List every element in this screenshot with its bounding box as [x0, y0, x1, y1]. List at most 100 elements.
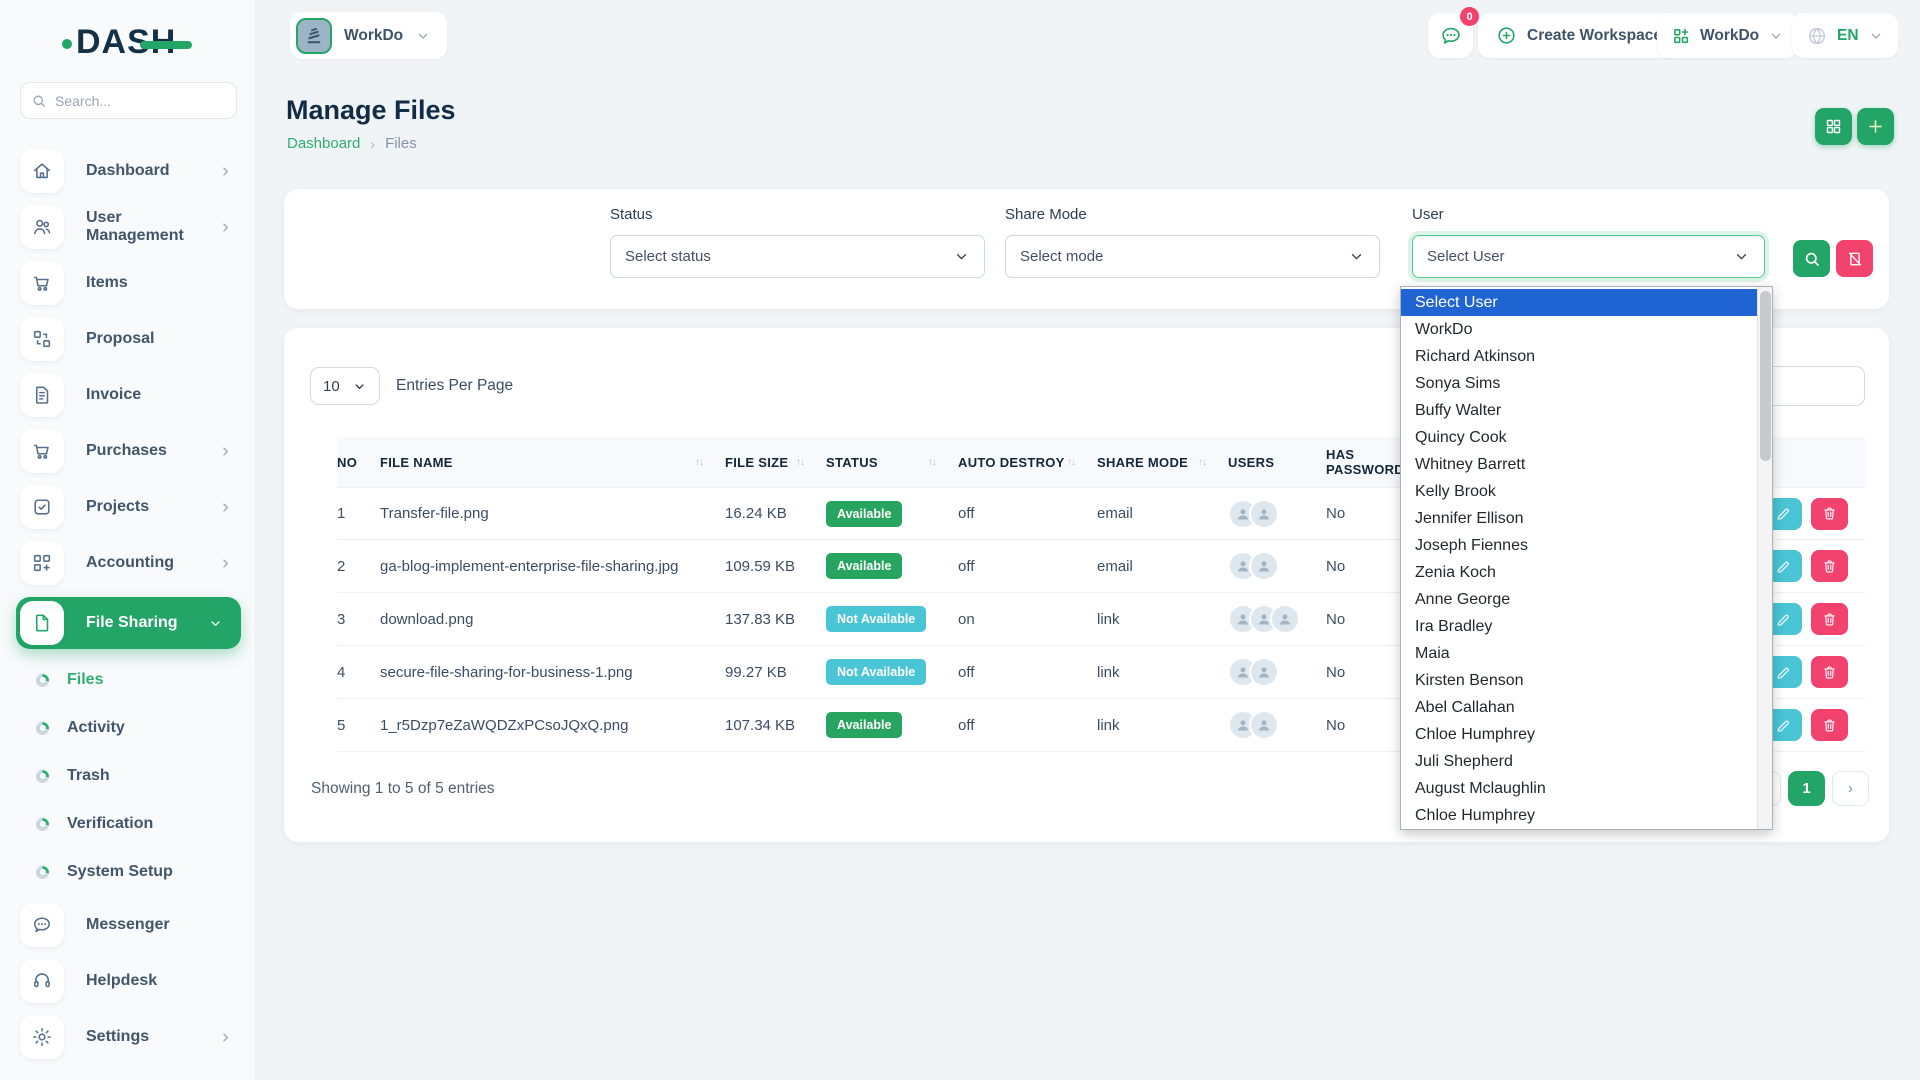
- sidebar-item-helpdesk[interactable]: Helpdesk: [20, 959, 241, 1003]
- grid-view-button[interactable]: [1815, 108, 1852, 145]
- sort-icon[interactable]: ↑↓: [695, 457, 703, 468]
- sidebar-item-items[interactable]: Items: [20, 261, 241, 305]
- cell-no: 2: [337, 558, 380, 575]
- column-header-file-size[interactable]: FILE SIZE↑↓: [725, 455, 826, 470]
- sidebar-item-projects[interactable]: Projects: [20, 485, 241, 529]
- cell-file-name: ga-blog-implement-enterprise-file-sharin…: [380, 558, 725, 575]
- file-icon: [20, 601, 64, 645]
- column-header-label: FILE NAME: [380, 455, 453, 470]
- user-option-buffy-walter-4[interactable]: Buffy Walter: [1401, 397, 1758, 424]
- reset-filter-button[interactable]: [1836, 240, 1873, 277]
- create-workspace-button[interactable]: Create Workspace: [1478, 13, 1680, 58]
- globe-icon: [1806, 25, 1828, 47]
- share-mode-select[interactable]: Select mode: [1005, 235, 1380, 278]
- sidebar-item-file-sharing[interactable]: File Sharing: [16, 597, 241, 649]
- column-header-no: NO: [337, 455, 380, 470]
- column-header-share-mode[interactable]: SHARE MODE↑↓: [1097, 455, 1228, 470]
- user-option-sonya-sims-3[interactable]: Sonya Sims: [1401, 370, 1758, 397]
- cell-share-mode: email: [1097, 505, 1228, 522]
- user-option-anne-george-11[interactable]: Anne George: [1401, 586, 1758, 613]
- sort-icon[interactable]: ↑↓: [928, 457, 936, 468]
- sidebar-search-input[interactable]: [55, 93, 215, 109]
- user-option-kirsten-benson-14[interactable]: Kirsten Benson: [1401, 667, 1758, 694]
- messages-button[interactable]: 0: [1428, 13, 1473, 58]
- breadcrumb-dashboard-link[interactable]: Dashboard: [287, 135, 360, 152]
- delete-file-button[interactable]: [1811, 656, 1848, 688]
- grid-icon: [1824, 117, 1843, 136]
- sidebar-item-accounting[interactable]: Accounting: [20, 541, 241, 585]
- user-select[interactable]: Select User: [1412, 235, 1765, 278]
- sort-icon[interactable]: ↑↓: [1067, 457, 1075, 468]
- column-header-auto-destroy[interactable]: AUTO DESTROY↑↓: [958, 455, 1097, 470]
- cell-file-size: 16.24 KB: [725, 505, 826, 522]
- workspace-button[interactable]: WorkDo: [290, 12, 447, 59]
- sidebar-item-messenger[interactable]: Messenger: [20, 903, 241, 947]
- chevron-down-icon: [1348, 248, 1365, 265]
- column-header-file-name[interactable]: FILE NAME ↑↓: [380, 455, 725, 470]
- dropdown-scrollbar[interactable]: [1757, 287, 1772, 829]
- sidebar-item-invoice[interactable]: Invoice: [20, 373, 241, 417]
- user-option-august-mclaughlin-18[interactable]: August Mclaughlin: [1401, 775, 1758, 802]
- bullet-icon: [36, 818, 49, 831]
- search-icon: [1803, 250, 1821, 268]
- user-option-workdo-1[interactable]: WorkDo: [1401, 316, 1758, 343]
- chevron-right-icon: ›: [1848, 780, 1853, 797]
- dropdown-scrollbar-thumb[interactable]: [1760, 291, 1771, 461]
- sidebar-subitem-activity[interactable]: Activity: [36, 711, 239, 745]
- column-header-label: NO: [337, 455, 357, 470]
- cart-icon: [20, 429, 64, 473]
- user-option-jennifer-ellison-8[interactable]: Jennifer Ellison: [1401, 505, 1758, 532]
- project-icon: [20, 485, 64, 529]
- entries-per-page-select[interactable]: 10: [310, 367, 380, 405]
- sidebar-item-settings[interactable]: Settings: [20, 1015, 241, 1059]
- delete-file-button[interactable]: [1811, 603, 1848, 635]
- user-option-joseph-fiennes-9[interactable]: Joseph Fiennes: [1401, 532, 1758, 559]
- gear-icon: [20, 1015, 64, 1059]
- user-option-kelly-brook-7[interactable]: Kelly Brook: [1401, 478, 1758, 505]
- user-option-zenia-koch-10[interactable]: Zenia Koch: [1401, 559, 1758, 586]
- accounting-icon: [20, 541, 64, 585]
- user-option-select-user-0[interactable]: Select User: [1401, 289, 1758, 316]
- user-option-richard-atkinson-2[interactable]: Richard Atkinson: [1401, 343, 1758, 370]
- language-selector[interactable]: EN: [1792, 13, 1898, 58]
- sidebar-subitem-system-setup[interactable]: System Setup: [36, 855, 239, 889]
- sort-icon[interactable]: ↑↓: [796, 457, 804, 468]
- user-option-abel-callahan-15[interactable]: Abel Callahan: [1401, 694, 1758, 721]
- sidebar-subitem-trash[interactable]: Trash: [36, 759, 239, 793]
- reset-filter-icon: [1846, 250, 1864, 268]
- user-option-whitney-barrett-6[interactable]: Whitney Barrett: [1401, 451, 1758, 478]
- cell-no: 5: [337, 717, 380, 734]
- sidebar-subitem-label: Verification: [67, 815, 153, 833]
- user-option-maia-13[interactable]: Maia: [1401, 640, 1758, 667]
- column-header-status[interactable]: STATUS↑↓: [826, 455, 958, 470]
- add-file-button[interactable]: [1857, 108, 1894, 145]
- bullet-icon: [36, 722, 49, 735]
- cell-share-mode: link: [1097, 717, 1228, 734]
- page-1-button[interactable]: 1: [1788, 771, 1825, 806]
- delete-file-button[interactable]: [1811, 709, 1848, 741]
- sort-icon[interactable]: ↑↓: [1198, 457, 1206, 468]
- delete-file-button[interactable]: [1811, 550, 1848, 582]
- user-option-quincy-cook-5[interactable]: Quincy Cook: [1401, 424, 1758, 451]
- sidebar-item-proposal[interactable]: Proposal: [20, 317, 241, 361]
- users-avatars: [1228, 657, 1326, 687]
- cell-file-name: Transfer-file.png: [380, 505, 725, 522]
- apply-filter-button[interactable]: [1793, 240, 1830, 277]
- user-option-juli-shepherd-17[interactable]: Juli Shepherd: [1401, 748, 1758, 775]
- chevron-right-icon: [218, 1030, 233, 1045]
- user-option-chloe-humphrey-16[interactable]: Chloe Humphrey: [1401, 721, 1758, 748]
- sidebar-item-purchases[interactable]: Purchases: [20, 429, 241, 473]
- sidebar-item-user-management[interactable]: User Management: [20, 205, 241, 249]
- next-page-button[interactable]: ›: [1832, 771, 1869, 806]
- workspace-switcher[interactable]: WorkDo: [1657, 13, 1798, 58]
- messages-badge: 0: [1460, 7, 1479, 26]
- status-select[interactable]: Select status: [610, 235, 985, 278]
- user-option-chloe-humphrey-19[interactable]: Chloe Humphrey: [1401, 802, 1758, 829]
- status-filter-label: Status: [610, 206, 985, 223]
- sidebar-subitem-verification[interactable]: Verification: [36, 807, 239, 841]
- sidebar-search[interactable]: [20, 82, 237, 119]
- user-option-ira-bradley-12[interactable]: Ira Bradley: [1401, 613, 1758, 640]
- sidebar-subitem-files[interactable]: Files: [36, 663, 239, 697]
- delete-file-button[interactable]: [1811, 498, 1848, 530]
- sidebar-item-dashboard[interactable]: Dashboard: [20, 149, 241, 193]
